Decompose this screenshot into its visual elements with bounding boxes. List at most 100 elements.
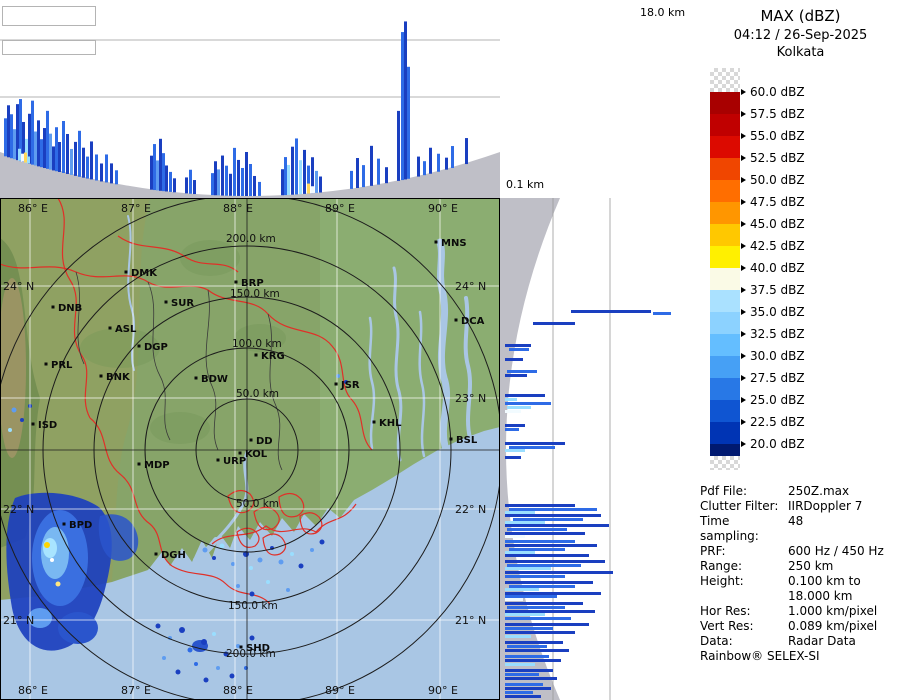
echo-bar-side — [505, 428, 519, 431]
color-scale-bar — [710, 68, 740, 470]
echo-bar-top — [315, 170, 318, 193]
city-marker — [449, 437, 453, 441]
echo-speckle — [212, 556, 216, 560]
echo-bar-side — [505, 554, 589, 557]
city-label: DCA — [461, 316, 485, 327]
city-label: BPD — [69, 520, 92, 531]
city-marker — [99, 374, 103, 378]
info-box-2 — [2, 40, 96, 55]
echo-bar-top — [401, 32, 404, 181]
metadata-value: 600 Hz / 450 Hz — [788, 544, 884, 558]
metadata-label: PRF: — [700, 544, 726, 558]
city-label: DNB — [58, 303, 82, 314]
city-label: BDW — [201, 374, 228, 385]
legend-color-segment — [710, 400, 740, 422]
echo-speckle — [229, 673, 235, 679]
legend-tick-label: 32.5 dBZ — [750, 327, 805, 341]
echo-bar-top — [429, 147, 432, 174]
legend-tick: 45.0 dBZ — [741, 218, 805, 230]
city-label: KOL — [245, 449, 268, 460]
echo-bar-top — [377, 158, 380, 185]
echo-bar-top — [58, 141, 61, 172]
echo-bar-top — [28, 113, 31, 164]
metadata-block: Pdf File: 250Z.max Clutter Filter: IIRDoppl… — [700, 484, 904, 649]
city-label: PRL — [51, 360, 73, 371]
echo-bar-top — [173, 178, 176, 193]
echo-bar-top — [350, 170, 353, 189]
echo-bar-top — [245, 151, 248, 196]
city-label: SUR — [171, 298, 194, 309]
legend-tick-label: 27.5 dBZ — [750, 371, 805, 385]
echo-bar-top — [229, 173, 232, 196]
city-marker — [164, 300, 168, 304]
echo-bar-side — [505, 540, 575, 543]
legend-tick-label: 47.5 dBZ — [750, 195, 805, 209]
metadata-label: Clutter Filter: — [700, 499, 779, 513]
legend-tick: 55.0 dBZ — [741, 130, 805, 142]
city-marker — [137, 462, 141, 466]
city-marker — [44, 362, 48, 366]
range-ring-label: 150.0 km — [228, 600, 278, 612]
city-label: DMK — [131, 268, 158, 279]
echo-bar-top — [397, 110, 400, 181]
legend-color-segment — [710, 246, 740, 268]
metadata-value: Radar Data — [788, 634, 856, 648]
legend-below-min — [710, 444, 740, 456]
echo-bar-top — [189, 169, 192, 194]
legend-tick-label: 40.0 dBZ — [750, 261, 805, 275]
echo-bar-top — [55, 127, 58, 172]
legend-tick-label: 60.0 dBZ — [750, 85, 805, 99]
metadata-row: PRF: 600 Hz / 450 Hz — [700, 544, 904, 559]
echo-bar-top — [295, 138, 298, 195]
echo-bar-side — [505, 617, 571, 620]
city-label: KRG — [261, 351, 285, 362]
latitude-label-right: 21° N — [455, 614, 486, 627]
longitude-label-bottom: 89° E — [325, 684, 355, 697]
metadata-value: 0.100 km to 18.000 km — [788, 574, 861, 603]
echo-bar-top — [100, 163, 103, 182]
echo-bar-top — [237, 159, 240, 196]
echo-bar-top — [169, 171, 172, 192]
city-marker — [31, 422, 35, 426]
legend-tick: 30.0 dBZ — [741, 350, 805, 362]
echo-speckle — [216, 666, 220, 670]
city-label: BSL — [456, 435, 478, 446]
echo-bar-top — [165, 165, 168, 192]
echo-bar-side — [505, 410, 521, 413]
echo-bar-top — [95, 154, 98, 181]
radar-map: 200.0 km 150.0 km 100.0 km 50.0 km 50.0 km 15… — [0, 198, 500, 700]
echo-speckle — [249, 566, 253, 570]
echo-bar-top — [162, 153, 165, 192]
echo-speckle — [286, 588, 290, 592]
echo-core — [43, 538, 57, 558]
echo-bar-top — [407, 66, 410, 179]
echo-bar-side — [505, 560, 605, 563]
metadata-row: Hor Res: 1.000 km/pixel — [700, 604, 904, 619]
echo-bar-top — [319, 176, 322, 193]
echo-bar-top — [417, 156, 420, 177]
longitude-label-bottom: 86° E — [18, 684, 48, 697]
city-marker — [372, 420, 376, 424]
metadata-label: Range: — [700, 559, 743, 573]
echo-bar-side — [505, 567, 551, 570]
echo-bar-top — [356, 158, 359, 189]
longitude-label-bottom: 90° E — [428, 684, 458, 697]
legend-tick: 37.5 dBZ — [741, 284, 805, 296]
legend-tick: 50.0 dBZ — [741, 174, 805, 186]
echo-bar-top — [70, 148, 73, 175]
metadata-value: 250Z.max — [788, 484, 850, 498]
echo-bar-side — [505, 456, 521, 459]
legend-color-segment — [710, 224, 740, 246]
echo-bar-side — [505, 551, 535, 554]
legend-color-segment — [710, 356, 740, 378]
echo-bar-side — [505, 663, 535, 666]
station-label: Kolkata — [776, 45, 825, 60]
echo-bar-side — [505, 521, 545, 524]
metadata-row: Height: 0.100 km to 18.000 km — [700, 574, 904, 604]
echo-bar-side — [505, 504, 575, 507]
echo-speckle — [278, 559, 284, 565]
city-marker — [154, 552, 158, 556]
city-label: MDP — [144, 460, 170, 471]
echo-bar-side — [533, 322, 575, 325]
city-label: JSR — [340, 380, 360, 391]
